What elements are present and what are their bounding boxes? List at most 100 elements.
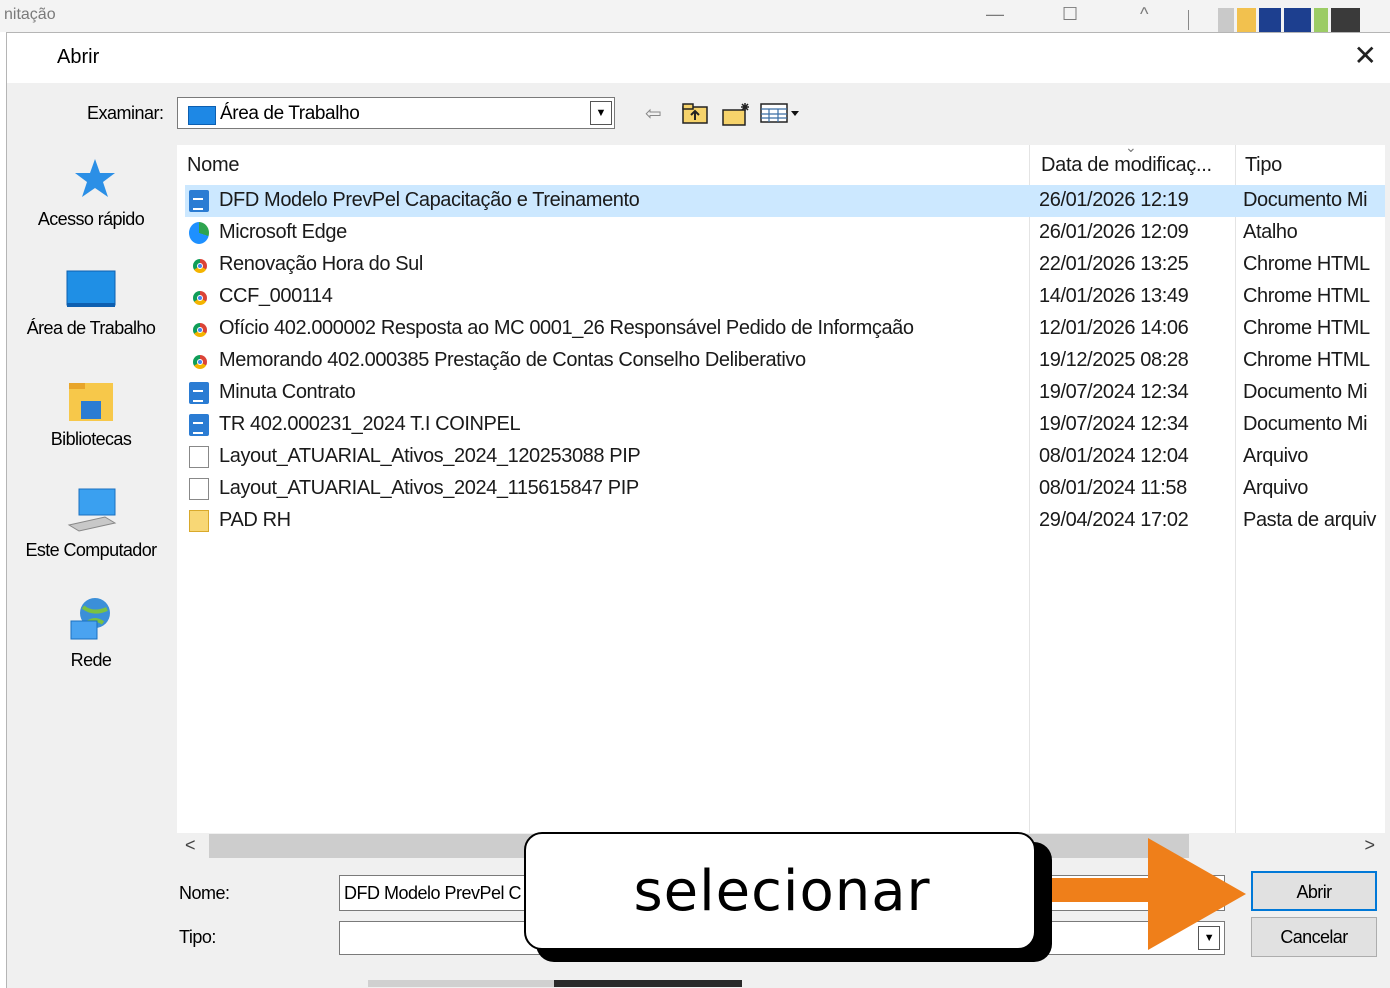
file-row[interactable]: Ofício 402.000002 Resposta ao MC 0001_26… (185, 313, 1385, 345)
file-type: Atalho (1243, 221, 1298, 243)
file-type: Chrome HTML (1243, 285, 1370, 307)
file-row[interactable]: Renovação Hora do Sul 22/01/2026 13:25 C… (185, 249, 1385, 281)
scroll-right-icon[interactable]: > (1364, 833, 1375, 857)
file-name: Memorando 402.000385 Prestação de Contas… (219, 349, 806, 371)
column-header-type[interactable]: Tipo (1245, 145, 1282, 185)
word-document-icon (189, 382, 209, 404)
dialog-titlebar: Abrir ✕ (7, 33, 1390, 83)
file-name: DFD Modelo PrevPel Capacitação e Treinam… (219, 189, 640, 211)
dialog-title: Abrir (57, 46, 100, 68)
file-type: Documento Mi (1243, 381, 1368, 403)
column-header-date[interactable]: Data de modificaç... (1041, 145, 1212, 185)
file-type: Chrome HTML (1243, 317, 1370, 339)
file-date: 19/07/2024 12:34 (1039, 381, 1189, 403)
file-type-label: Tipo: (179, 927, 216, 947)
background-window-title: nitação (4, 6, 56, 23)
libraries-icon[interactable] (67, 379, 115, 428)
file-date: 19/07/2024 12:34 (1039, 413, 1189, 435)
taskbar-fragment (368, 980, 742, 987)
file-name: PAD RH (219, 509, 291, 531)
lookin-label: Examinar: (87, 103, 164, 123)
chrome-html-icon (193, 355, 207, 369)
desktop-icon[interactable] (65, 269, 117, 314)
chrome-html-icon (193, 291, 207, 305)
place-network[interactable]: Rede (11, 649, 171, 671)
arrow-right-icon (1148, 838, 1246, 950)
file-type: Documento Mi (1243, 413, 1368, 435)
chevron-down-icon[interactable]: ▼ (590, 101, 612, 125)
file-name: TR 402.000231_2024 T.I COINPEL (219, 413, 521, 435)
file-date: 26/01/2026 12:09 (1039, 221, 1189, 243)
lookin-combo[interactable]: Área de Trabalho ▼ (177, 97, 615, 129)
file-type: Pasta de arquiv (1243, 509, 1376, 531)
place-desktop[interactable]: Área de Trabalho (11, 317, 171, 339)
file-row[interactable]: TR 402.000231_2024 T.I COINPEL 19/07/202… (185, 409, 1385, 441)
file-date: 08/01/2024 12:04 (1039, 445, 1189, 467)
network-icon[interactable] (67, 595, 117, 650)
scroll-left-icon[interactable]: < (185, 833, 196, 857)
chrome-html-icon (193, 323, 207, 337)
open-button[interactable]: Abrir (1251, 871, 1377, 911)
desktop-icon (188, 106, 216, 125)
file-name: Layout_ATUARIAL_Ativos_2024_115615847 PI… (219, 477, 639, 499)
annotation-arrow-shaft (1052, 878, 1152, 902)
brand-logo (1218, 8, 1360, 32)
file-row[interactable]: Layout_ATUARIAL_Ativos_2024_115615847 PI… (185, 473, 1385, 505)
lookin-value: Área de Trabalho (220, 103, 360, 124)
background-window-titlebar: nitação — ☐ ^ (0, 0, 1390, 32)
place-libraries[interactable]: Bibliotecas (11, 428, 171, 450)
minimize-icon[interactable]: — (986, 4, 1004, 25)
word-document-icon (189, 414, 209, 436)
file-date: 26/01/2026 12:19 (1039, 189, 1189, 211)
folder-icon (189, 510, 209, 532)
computer-icon[interactable] (65, 487, 119, 538)
file-date: 29/04/2024 17:02 (1039, 509, 1189, 531)
file-date: 12/01/2026 14:06 (1039, 317, 1189, 339)
generic-file-icon (189, 446, 209, 468)
maximize-icon[interactable]: ☐ (1062, 4, 1078, 25)
file-type: Chrome HTML (1243, 349, 1370, 371)
file-type: Arquivo (1243, 477, 1309, 499)
file-date: 14/01/2026 13:49 (1039, 285, 1189, 307)
up-folder-icon[interactable] (681, 101, 709, 127)
back-arrow-icon[interactable]: ⇦ (645, 101, 662, 127)
file-name-label: Nome: (179, 883, 230, 903)
cancel-button[interactable]: Cancelar (1251, 917, 1377, 957)
file-row[interactable]: Memorando 402.000385 Prestação de Contas… (185, 345, 1385, 377)
separator (1188, 10, 1189, 30)
file-type: Documento Mi (1243, 189, 1368, 211)
file-name: Renovação Hora do Sul (219, 253, 423, 275)
file-name: Ofício 402.000002 Resposta ao MC 0001_26… (219, 317, 914, 339)
file-name: Microsoft Edge (219, 221, 347, 243)
new-folder-icon[interactable] (721, 101, 753, 127)
file-name-value: DFD Modelo PrevPel C (344, 883, 522, 903)
file-date: 22/01/2026 13:25 (1039, 253, 1189, 275)
file-row[interactable]: Layout_ATUARIAL_Ativos_2024_120253088 PI… (185, 441, 1385, 473)
file-row[interactable]: Minuta Contrato 19/07/2024 12:34 Documen… (185, 377, 1385, 409)
file-date: 19/12/2025 08:28 (1039, 349, 1189, 371)
file-type: Arquivo (1243, 445, 1309, 467)
file-row[interactable]: PAD RH 29/04/2024 17:02 Pasta de arquiv (185, 505, 1385, 537)
file-row[interactable]: CCF_000114 14/01/2026 13:49 Chrome HTML (185, 281, 1385, 313)
file-list[interactable]: Nome ⌄ Data de modificaç... Tipo DFD Mod… (177, 145, 1385, 833)
star-icon[interactable] (73, 157, 117, 206)
close-icon[interactable]: ✕ (1354, 41, 1377, 71)
generic-file-icon (189, 478, 209, 500)
view-menu-icon[interactable] (759, 101, 805, 127)
file-name: Layout_ATUARIAL_Ativos_2024_120253088 PI… (219, 445, 641, 467)
place-this-pc[interactable]: Este Computador (11, 539, 171, 561)
file-row[interactable]: Microsoft Edge 26/01/2026 12:09 Atalho (185, 217, 1385, 249)
annotation-text: selecionar (633, 859, 931, 924)
column-header-name[interactable]: Nome (187, 145, 239, 185)
word-document-icon (189, 190, 209, 212)
edge-shortcut-icon (189, 222, 209, 244)
file-name: CCF_000114 (219, 285, 333, 307)
chevron-up-icon[interactable]: ^ (1140, 4, 1148, 25)
file-date: 08/01/2024 11:58 (1039, 477, 1187, 499)
place-quick-access[interactable]: Acesso rápido (11, 208, 171, 230)
file-row[interactable]: DFD Modelo PrevPel Capacitação e Treinam… (185, 185, 1385, 217)
chrome-html-icon (193, 259, 207, 273)
file-type: Chrome HTML (1243, 253, 1370, 275)
annotation-callout: selecionar (524, 832, 1036, 950)
file-name: Minuta Contrato (219, 381, 356, 403)
